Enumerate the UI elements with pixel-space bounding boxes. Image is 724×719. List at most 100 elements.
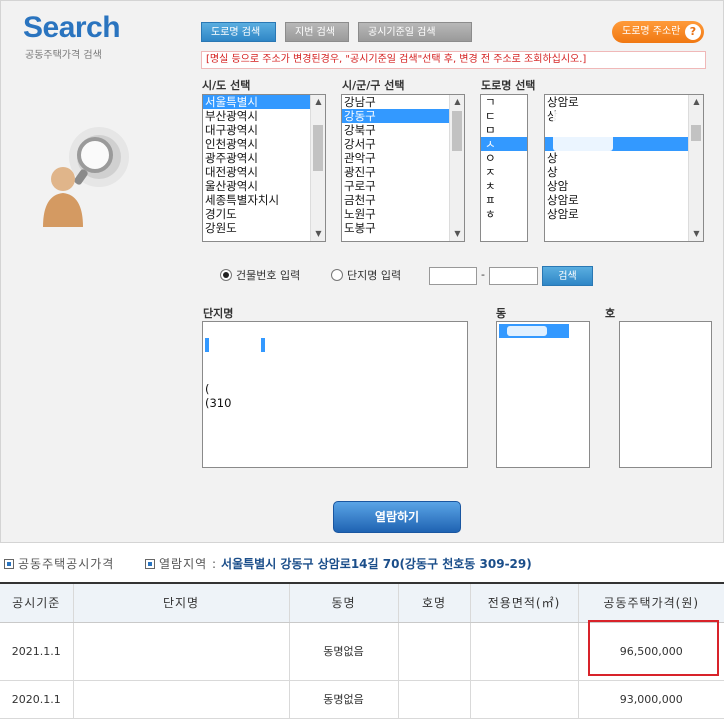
cell-price: 93,000,000 xyxy=(578,680,724,719)
scroll-thumb[interactable] xyxy=(691,125,701,141)
number-search-button[interactable]: 검색 xyxy=(542,266,593,286)
ho-select[interactable] xyxy=(619,321,712,468)
list-item[interactable]: ㅈ xyxy=(481,165,527,179)
sigungu-scrollbar[interactable]: ▲ ▼ xyxy=(449,95,464,241)
radio-building-number[interactable] xyxy=(220,269,232,281)
list-item[interactable]: 인천광역시 xyxy=(203,137,325,151)
road-scrollbar[interactable]: ▲ ▼ xyxy=(688,95,703,241)
sido-scrollbar[interactable]: ▲ ▼ xyxy=(310,95,325,241)
road-name-select[interactable]: 상암로 상 상 상 상암 상암로 상암로 ▲ ▼ xyxy=(544,94,704,242)
complex-label: 단지명 xyxy=(203,307,234,320)
redaction-mask xyxy=(209,334,261,356)
cell-ho xyxy=(398,622,471,681)
col-area: 전용면적(㎡) xyxy=(470,582,579,623)
col-date: 공시기준 xyxy=(0,582,74,623)
sido-select[interactable]: 서울특별시 부산광역시 대구광역시 인천광역시 광주광역시 대전광역시 울산광역… xyxy=(202,94,326,242)
list-item[interactable]: 울산광역시 xyxy=(203,179,325,193)
scroll-thumb[interactable] xyxy=(452,111,462,151)
sigungu-select[interactable]: 강남구 강동구 강북구 강서구 관악구 광진구 구로구 금천구 노원구 도봉구 … xyxy=(341,94,465,242)
square-bullet-icon xyxy=(145,558,155,569)
building-number-option[interactable]: 건물번호 입력 xyxy=(220,267,300,283)
col-price: 공동주택가격(원) xyxy=(578,582,724,623)
list-item[interactable]: ㅅ xyxy=(481,137,527,151)
table-row: 2020.1.1 동명없음 93,000,000 xyxy=(0,680,724,719)
search-logo: Search xyxy=(23,11,121,44)
chevron-up-icon[interactable]: ▲ xyxy=(689,95,703,109)
list-item[interactable]: 상암로 xyxy=(545,95,703,109)
notice-text: [명실 등으로 주소가 변경된경우, "공시기준일 검색"선택 후, 변경 전 … xyxy=(201,51,706,69)
region-label: 열람지역 : xyxy=(159,557,218,571)
list-item[interactable]: 도봉구 xyxy=(342,221,464,235)
list-item[interactable]: 경기도 xyxy=(203,207,325,221)
redaction-mask xyxy=(507,326,547,336)
list-item[interactable]: 서울특별시 xyxy=(203,95,310,109)
ho-label: 호 xyxy=(605,307,616,320)
list-item[interactable]: 상 xyxy=(545,165,703,179)
view-button[interactable]: 열람하기 xyxy=(333,501,461,533)
chevron-down-icon[interactable]: ▼ xyxy=(311,227,325,241)
dong-select[interactable] xyxy=(496,321,590,468)
list-item[interactable]: ㅍ xyxy=(481,193,527,207)
radio-complex-name[interactable] xyxy=(331,269,343,281)
list-item[interactable]: 대구광역시 xyxy=(203,123,325,137)
result-region: 열람지역 : 서울특별시 강동구 상암로14길 70(강동구 천호동 309-2… xyxy=(145,555,532,572)
result-section-title: 공동주택공시가격 xyxy=(4,555,114,572)
road-help-label: 도로명 주소란 xyxy=(622,26,681,37)
list-item[interactable]: ㅇ xyxy=(481,151,527,165)
chevron-down-icon[interactable]: ▼ xyxy=(450,227,464,241)
building-sub-number-input[interactable] xyxy=(489,267,538,285)
list-item[interactable]: 상암로 xyxy=(545,207,703,221)
sido-label: 시/도 선택 xyxy=(202,79,251,92)
list-item[interactable]: ㅁ xyxy=(481,123,527,137)
section-title-text: 공동주택공시가격 xyxy=(18,557,115,571)
road-address-help-button[interactable]: 도로명 주소란 ? xyxy=(612,21,704,43)
region-value: 서울특별시 강동구 상암로14길 70(강동구 천호동 309-29) xyxy=(221,557,532,571)
radio-building-number-label: 건물번호 입력 xyxy=(236,269,301,282)
list-item[interactable]: 강서구 xyxy=(342,137,464,151)
col-dong: 동명 xyxy=(289,582,399,623)
road-initial-select[interactable]: ㄱ ㄷ ㅁ ㅅ ㅇ ㅈ ㅊ ㅍ ㅎ xyxy=(480,94,528,242)
col-complex: 단지명 xyxy=(73,582,290,623)
tab-lot-search[interactable]: 지번 검색 xyxy=(285,22,349,42)
list-item[interactable]: ㄷ xyxy=(481,109,527,123)
list-item[interactable]: 부산광역시 xyxy=(203,109,325,123)
scroll-thumb[interactable] xyxy=(313,125,323,171)
redaction-mask xyxy=(553,111,613,151)
question-icon: ? xyxy=(685,24,701,40)
complex-select[interactable]: ( (310 xyxy=(202,321,468,468)
list-item[interactable]: 광진구 xyxy=(342,165,464,179)
road-label: 도로명 선택 xyxy=(481,79,536,92)
list-item[interactable]: ㄱ xyxy=(481,95,527,109)
tab-road-search[interactable]: 도로명 검색 xyxy=(201,22,276,42)
list-item[interactable]: ㅎ xyxy=(481,207,527,221)
radio-complex-name-label: 단지명 입력 xyxy=(347,269,402,282)
search-subtitle: 공동주택가격 검색 xyxy=(25,50,102,61)
building-main-number-input[interactable] xyxy=(429,267,477,285)
table-header-row: 공시기준 단지명 동명 호명 전용면적(㎡) 공동주택가격(원) xyxy=(0,582,724,623)
list-item[interactable]: (310 xyxy=(203,396,467,410)
cell-complex xyxy=(73,622,290,681)
cell-area xyxy=(470,622,579,681)
list-item[interactable]: 상암 xyxy=(545,179,703,193)
list-item[interactable]: 광주광역시 xyxy=(203,151,325,165)
tab-date-search[interactable]: 공시기준일 검색 xyxy=(358,22,472,42)
list-item[interactable]: 세종특별자치시 xyxy=(203,193,325,207)
list-item[interactable]: 강남구 xyxy=(342,95,464,109)
list-item[interactable]: ㅊ xyxy=(481,179,527,193)
number-dash: - xyxy=(481,268,485,281)
list-item[interactable]: 금천구 xyxy=(342,193,464,207)
list-item[interactable]: ( xyxy=(203,382,467,396)
list-item[interactable]: 상암로 xyxy=(545,193,703,207)
list-item[interactable]: 강원도 xyxy=(203,221,325,235)
list-item[interactable]: 강동구 xyxy=(342,109,449,123)
list-item[interactable]: 노원구 xyxy=(342,207,464,221)
list-item[interactable]: 관악구 xyxy=(342,151,464,165)
list-item[interactable]: 대전광역시 xyxy=(203,165,325,179)
list-item[interactable]: 강북구 xyxy=(342,123,464,137)
list-item[interactable]: 상 xyxy=(545,151,703,165)
chevron-up-icon[interactable]: ▲ xyxy=(450,95,464,109)
chevron-down-icon[interactable]: ▼ xyxy=(689,227,703,241)
list-item[interactable]: 구로구 xyxy=(342,179,464,193)
chevron-up-icon[interactable]: ▲ xyxy=(311,95,325,109)
complex-name-option[interactable]: 단지명 입력 xyxy=(331,267,401,283)
